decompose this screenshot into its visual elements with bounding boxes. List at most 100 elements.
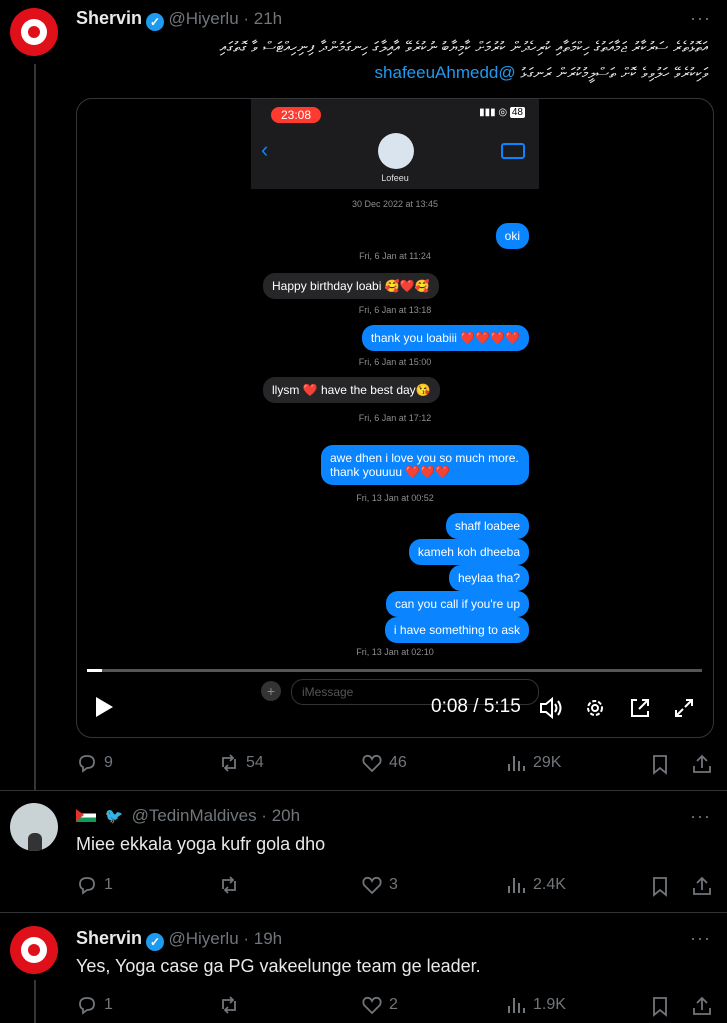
sent-message: heylaa tha?: [448, 565, 529, 591]
retweet-button[interactable]: 54: [218, 752, 264, 774]
message-timestamp: Fri, 6 Jan at 13:18: [358, 305, 432, 315]
message-timestamp: Fri, 6 Jan at 15:00: [358, 357, 432, 367]
verified-badge-icon: ✓: [146, 13, 165, 31]
sent-message: kameh koh dheeba: [408, 539, 529, 565]
share-icon[interactable]: [691, 753, 713, 775]
reply-text: Miee ekkala yoga kufr gola dho: [76, 834, 326, 854]
fullscreen-icon[interactable]: [673, 697, 695, 719]
more-options-icon[interactable]: ···: [690, 928, 711, 949]
heart-icon: [362, 754, 382, 773]
received-message: Happy birthday loabi 🥰❤️🥰: [263, 273, 439, 299]
views-chart-icon: [508, 998, 525, 1013]
reply-header: 🐦 @TedinMaldives · 20h: [76, 806, 300, 826]
views-chart-icon: [508, 878, 525, 893]
tweet-text: އަތޮޅުތެރެ ސަރުކާރު ޖަމާއަތުގެ ހިކްމަތާއ…: [76, 34, 708, 86]
author-handle[interactable]: @Hiyerlu: [168, 929, 238, 948]
battery-icon: ▮▮▮ ◎ 48: [479, 107, 525, 118]
views-button[interactable]: 2.4K: [505, 874, 566, 896]
author-name[interactable]: Shervin: [76, 928, 142, 948]
sent-message: can you call if you're up: [385, 591, 529, 617]
bookmark-icon[interactable]: [649, 753, 671, 775]
received-message: llysm ❤️ have the best day😘: [263, 377, 440, 403]
sent-message: i have something to ask: [384, 617, 529, 643]
tweet-time[interactable]: 21h: [254, 9, 282, 28]
view-count: 29K: [533, 754, 562, 771]
heart-icon: [362, 996, 382, 1015]
message-timestamp: 30 Dec 2022 at 13:45: [351, 199, 439, 209]
share-icon[interactable]: [691, 995, 713, 1017]
view-count: 2.4K: [533, 876, 566, 893]
video-player[interactable]: 30 Dec 2022 at 13:45 oki Fri, 6 Jan at 11:…: [76, 98, 714, 738]
volume-icon[interactable]: [539, 697, 563, 719]
retweet-icon: [222, 996, 236, 1014]
like-count: 3: [389, 876, 398, 893]
like-count: 2: [389, 996, 398, 1013]
reply-icon: [79, 877, 95, 895]
retweet-icon: [222, 754, 236, 772]
reply-button[interactable]: 9: [76, 752, 113, 774]
bookmark-icon[interactable]: [649, 875, 671, 897]
reply-icon: [79, 997, 95, 1015]
more-options-icon[interactable]: ···: [690, 8, 711, 29]
retweet-count: 54: [246, 754, 264, 771]
divider: [0, 790, 727, 791]
contact-name: Lofeeu: [381, 173, 409, 183]
back-icon: ‹: [261, 137, 269, 162]
reply-time[interactable]: 20h: [272, 806, 300, 825]
video-call-icon: [501, 143, 525, 159]
reply-handle[interactable]: @TedinMaldives: [132, 806, 257, 825]
author-name[interactable]: Shervin: [76, 8, 142, 28]
phone-screen: 30 Dec 2022 at 13:45 oki Fri, 6 Jan at 11:…: [251, 99, 539, 735]
reply-time[interactable]: 19h: [254, 929, 282, 948]
heart-icon: [362, 876, 382, 895]
settings-gear-icon[interactable]: [584, 697, 606, 719]
like-button[interactable]: 46: [361, 752, 407, 774]
thread-line: [34, 980, 36, 1023]
views-button[interactable]: 1.9K: [505, 994, 566, 1016]
reply-button[interactable]: 1: [76, 874, 113, 896]
message-timestamp: Fri, 13 Jan at 00:52: [356, 493, 434, 503]
retweet-button[interactable]: [218, 874, 246, 896]
phone-header: 23:08 ▮▮▮ ◎ 48 ‹ Lofeeu: [251, 99, 539, 189]
reply-count: 1: [104, 996, 113, 1013]
sent-message: thank you loabiii ❤️❤️❤️❤️: [361, 325, 529, 351]
tweet-text-line-1: އަތޮޅުތެރެ ސަރުކާރު ޖަމާއަތުގެ ހިކްމަތާއ…: [219, 38, 708, 56]
picture-in-picture-icon[interactable]: [629, 697, 651, 719]
avatar[interactable]: [10, 926, 58, 974]
message-timestamp: Fri, 6 Jan at 17:12: [358, 413, 432, 423]
contact-avatar: [378, 133, 414, 169]
like-count: 46: [389, 754, 407, 771]
video-time: 0:08 / 5:15: [431, 696, 521, 717]
avatar[interactable]: [10, 803, 58, 851]
divider: [0, 912, 727, 913]
views-chart-icon: [508, 756, 525, 771]
views-button[interactable]: 29K: [505, 752, 561, 774]
author-handle[interactable]: @Hiyerlu: [168, 9, 238, 28]
retweet-button[interactable]: [218, 994, 246, 1016]
reply-header: Shervin ✓ @Hiyerlu · 19h: [76, 928, 283, 951]
plus-icon: +: [261, 681, 281, 701]
like-button[interactable]: 2: [361, 994, 398, 1016]
mention-link[interactable]: @shafeeuAhmedd: [375, 63, 516, 82]
thread-line: [34, 64, 36, 790]
share-icon[interactable]: [691, 875, 713, 897]
sent-message: awe dhen i love you so much more. thank …: [321, 445, 529, 485]
reply-count: 9: [104, 754, 113, 771]
message-timestamp: Fri, 13 Jan at 02:10: [356, 647, 434, 657]
play-icon[interactable]: [93, 695, 115, 719]
like-button[interactable]: 3: [361, 874, 398, 896]
video-progress-fill: [87, 669, 103, 672]
phone-clock: 23:08: [271, 107, 322, 123]
message-timestamp: Fri, 6 Jan at 11:24: [359, 251, 431, 261]
view-count: 1.9K: [533, 996, 566, 1013]
retweet-icon: [222, 876, 236, 894]
reply-icon: [79, 755, 95, 773]
bookmark-icon[interactable]: [649, 995, 671, 1017]
reply-text: Yes, Yoga case ga PG vakeelunge team ge …: [76, 956, 481, 976]
tweet-text-line-2: ވަކިކުރެވޭ ހަލުވިވެ ކޮށް ތަސްލީމުކުރަން …: [374, 63, 708, 82]
more-options-icon[interactable]: ···: [690, 806, 711, 827]
reply-button[interactable]: 1: [76, 994, 113, 1016]
video-progress-bar[interactable]: [87, 669, 702, 672]
avatar[interactable]: [10, 8, 58, 56]
reply-count: 1: [104, 876, 113, 893]
